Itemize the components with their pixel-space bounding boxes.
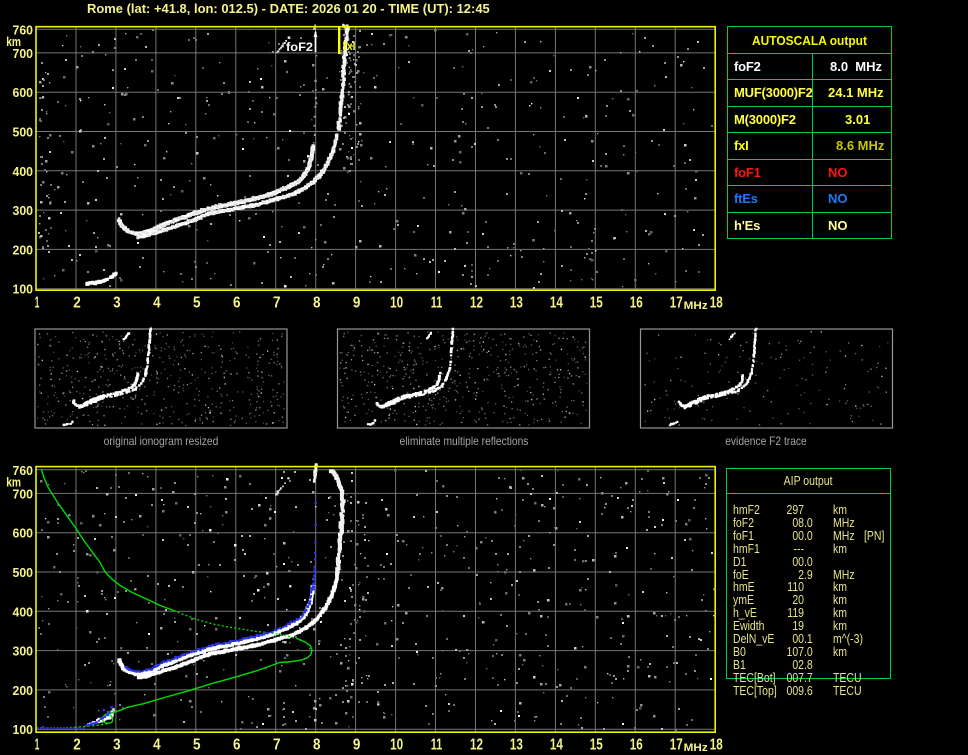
svg-text:8: 8 (313, 737, 321, 754)
svg-text:2: 2 (73, 737, 81, 754)
svg-text:17: 17 (670, 737, 683, 754)
svg-text:9: 9 (353, 737, 361, 754)
svg-text:6: 6 (233, 295, 241, 312)
svg-text:3: 3 (113, 737, 121, 754)
svg-text:10: 10 (390, 737, 403, 754)
svg-text:MHz: MHz (684, 300, 709, 312)
svg-text:100: 100 (13, 282, 34, 297)
svg-text:16: 16 (630, 295, 643, 312)
svg-text:fxI: fxI (344, 39, 356, 53)
svg-text:500: 500 (13, 125, 34, 140)
svg-text:5: 5 (193, 295, 201, 312)
svg-text:12: 12 (470, 737, 483, 754)
svg-text:1: 1 (35, 737, 40, 754)
svg-text:9: 9 (353, 295, 361, 312)
svg-text:13: 13 (510, 737, 523, 754)
svg-text:14: 14 (550, 737, 563, 754)
svg-text:4: 4 (153, 737, 161, 754)
svg-text:300: 300 (13, 644, 34, 659)
svg-text:10: 10 (390, 295, 403, 312)
svg-text:400: 400 (13, 164, 34, 179)
svg-text:14: 14 (550, 295, 563, 312)
svg-text:1: 1 (35, 295, 40, 312)
svg-text:700: 700 (13, 46, 34, 61)
svg-text:11: 11 (431, 737, 443, 754)
svg-text:600: 600 (13, 85, 34, 100)
svg-text:100: 100 (13, 722, 34, 737)
svg-text:16: 16 (630, 737, 643, 754)
svg-text:6: 6 (233, 737, 241, 754)
svg-text:11: 11 (431, 295, 443, 312)
svg-text:7: 7 (273, 295, 281, 312)
svg-text:200: 200 (13, 242, 34, 257)
svg-text:18: 18 (710, 295, 723, 312)
svg-text:18: 18 (710, 737, 723, 754)
svg-text:400: 400 (13, 604, 34, 619)
svg-text:300: 300 (13, 203, 34, 218)
svg-text:13: 13 (510, 295, 523, 312)
svg-text:2: 2 (73, 295, 81, 312)
svg-text:8: 8 (313, 295, 321, 312)
svg-text:15: 15 (590, 737, 603, 754)
svg-text:MHz: MHz (684, 742, 709, 754)
svg-text:15: 15 (590, 295, 603, 312)
svg-text:7: 7 (273, 737, 281, 754)
svg-text:12: 12 (470, 295, 483, 312)
svg-text:4: 4 (153, 295, 161, 312)
svg-text:17: 17 (670, 295, 683, 312)
svg-text:3: 3 (113, 295, 121, 312)
svg-text:foF2: foF2 (286, 40, 313, 54)
svg-text:600: 600 (13, 526, 34, 541)
svg-text:200: 200 (13, 683, 34, 698)
svg-text:500: 500 (13, 565, 34, 580)
svg-text:700: 700 (13, 486, 34, 501)
svg-text:5: 5 (193, 737, 201, 754)
